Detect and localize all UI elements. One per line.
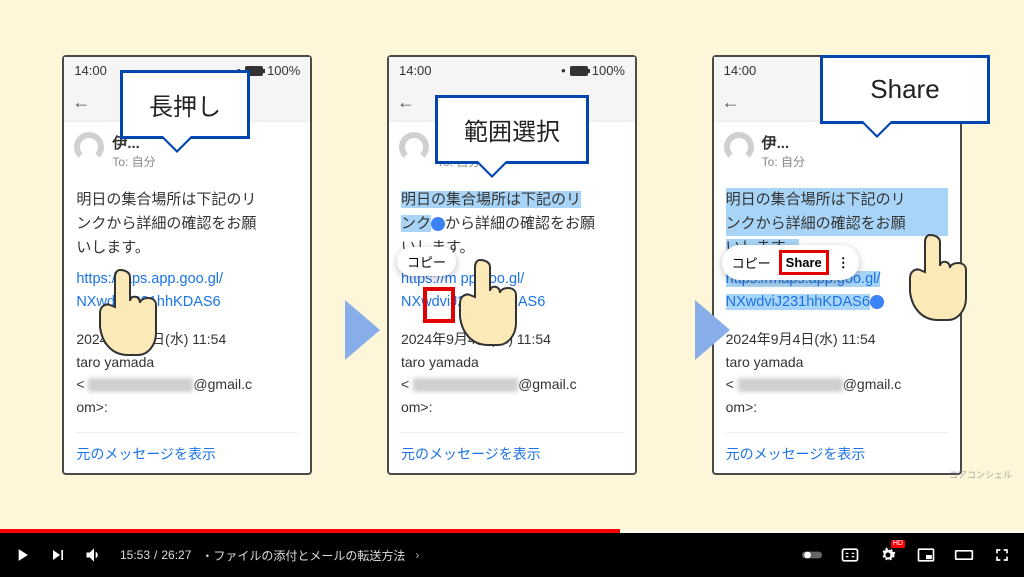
email-meta: 2024年9月4日(水) 11:54 taro yamada < @gmail.… <box>726 328 948 418</box>
context-menu[interactable]: コピー <box>397 247 456 276</box>
avatar <box>724 132 754 162</box>
back-arrow-icon[interactable]: ← <box>397 92 415 113</box>
theater-button[interactable] <box>954 545 974 565</box>
battery-pct: 100% <box>592 63 625 78</box>
show-original-link[interactable]: 元のメッセージを表示 <box>401 432 623 465</box>
body-line: いします。 <box>76 236 298 260</box>
status-bar: 14:00 • 100% <box>389 57 635 84</box>
avatar <box>399 132 429 162</box>
show-original-link[interactable]: 元のメッセージを表示 <box>726 432 948 465</box>
selection-handle-icon <box>870 295 884 309</box>
volume-button[interactable] <box>84 545 104 565</box>
arrow-icon <box>695 300 730 360</box>
body-line: 明日の集合場所は下記のリ <box>76 188 298 212</box>
show-original-link[interactable]: 元のメッセージを表示 <box>76 432 298 465</box>
meta-email-2: om>: <box>401 396 623 418</box>
share-option[interactable]: Share <box>779 250 829 275</box>
time-current: 15:53 <box>120 548 150 562</box>
email-sender: 伊... To: 自分 <box>714 122 960 180</box>
meta-email: < @gmail.c <box>726 373 948 395</box>
avatar <box>74 132 104 162</box>
status-icons: • 100% <box>561 63 625 78</box>
fullscreen-button[interactable] <box>992 545 1012 565</box>
copy-option[interactable]: コピー <box>407 252 446 271</box>
hd-badge: HD <box>891 540 905 548</box>
signal-dot: • <box>561 63 566 78</box>
speech-bubble-3: Share <box>820 55 990 124</box>
more-icon[interactable]: ⋮ <box>837 255 849 271</box>
clock: 14:00 <box>724 63 757 78</box>
copy-option[interactable]: コピー <box>732 253 771 272</box>
channel-watermark: コアコンシェル <box>949 468 1012 481</box>
meta-email: < @gmail.c <box>76 373 298 395</box>
sender-name: 伊... <box>762 132 805 153</box>
meta-email-2: om>: <box>726 396 948 418</box>
finger-icon <box>450 255 520 355</box>
battery-icon <box>570 66 588 76</box>
arrow-icon <box>345 300 380 360</box>
finger-icon <box>900 230 970 330</box>
clock: 14:00 <box>74 63 107 78</box>
body-line: 明日の集合場所は下記のリ <box>726 188 948 212</box>
body-line: 明日の集合場所は下記のリ <box>401 188 623 212</box>
video-canvas: 14:00 • 100% ← 伊... To: 自分 明日の集合場所は下記のリ <box>0 0 1024 533</box>
finger-icon <box>90 265 160 365</box>
speech-bubble-1: 長押し <box>120 70 250 139</box>
next-button[interactable] <box>48 545 68 565</box>
time-sep: / <box>154 548 157 562</box>
speech-bubble-2: 範囲選択 <box>435 95 589 164</box>
sender-to: To: 自分 <box>762 153 805 170</box>
controls-right: HD <box>802 545 1012 565</box>
meta-date: 2024年9月4日(水) 11:54 <box>726 328 948 350</box>
body-line: ンクから詳細の確認をお願 <box>76 212 298 236</box>
back-arrow-icon[interactable]: ← <box>722 92 740 113</box>
chapter-title[interactable]: ・ファイルの添付とメールの転送方法 <box>201 547 405 564</box>
chevron-right-icon[interactable]: › <box>415 548 419 562</box>
back-arrow-icon[interactable]: ← <box>72 92 90 113</box>
meta-email-2: om>: <box>76 396 298 418</box>
body-line: ンクから詳細の確認をお願 <box>401 212 623 236</box>
battery-pct: 100% <box>267 63 300 78</box>
captions-button[interactable] <box>840 545 860 565</box>
time-total: 26:27 <box>161 548 191 562</box>
time-display: 15:53 / 26:27 ・ファイルの添付とメールの転送方法 › <box>120 547 419 564</box>
sender-to: To: 自分 <box>112 153 155 170</box>
settings-button[interactable]: HD <box>878 545 898 565</box>
autoplay-toggle[interactable] <box>802 545 822 565</box>
selection-handle-icon <box>431 217 445 231</box>
clock: 14:00 <box>399 63 432 78</box>
meta-email: < @gmail.c <box>401 373 623 395</box>
play-button[interactable] <box>12 545 32 565</box>
meta-name: taro yamada <box>726 351 948 373</box>
video-controls: 15:53 / 26:27 ・ファイルの添付とメールの転送方法 › HD <box>0 533 1024 577</box>
context-menu[interactable]: コピー Share ⋮ <box>722 245 859 280</box>
miniplayer-button[interactable] <box>916 545 936 565</box>
